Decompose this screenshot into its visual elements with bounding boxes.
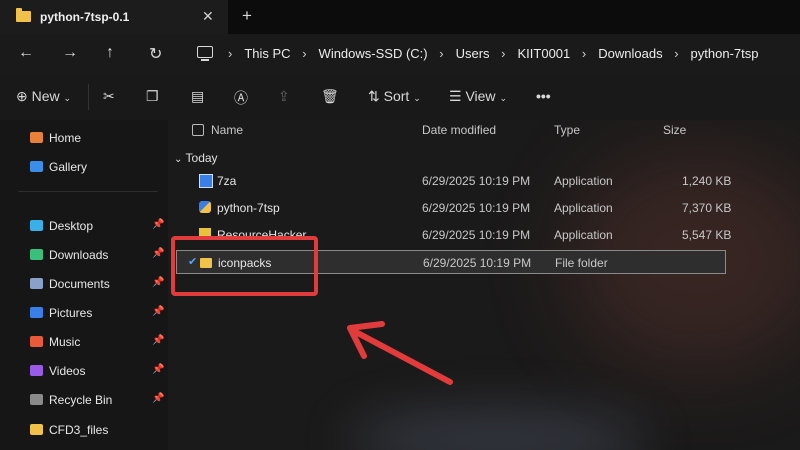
tab-title: python-7tsp-0.1	[40, 10, 130, 24]
view-icon: ☰	[449, 88, 462, 104]
cut-icon[interactable]: ✂	[103, 88, 115, 105]
back-arrow-icon[interactable]: ←	[18, 44, 34, 62]
folder-icon	[30, 424, 43, 435]
pin-icon[interactable]: 📌	[152, 364, 164, 375]
python-icon	[199, 201, 211, 213]
select-all-checkbox[interactable]	[192, 124, 204, 136]
breadcrumb: › This PC › Windows-SSD (C:) › Users › KIIT0…	[228, 46, 759, 61]
folder-icon	[16, 8, 31, 22]
navigation-pane: Home Gallery Desktop 📌 Downloads 📌 Docum…	[0, 120, 168, 450]
column-header-date[interactable]: Date modified	[422, 123, 496, 137]
pin-icon[interactable]: 📌	[152, 335, 164, 346]
pin-icon[interactable]: 📌	[152, 306, 164, 317]
share-icon[interactable]: ⇪	[278, 88, 290, 105]
close-icon[interactable]: ✕	[202, 8, 214, 25]
gallery-icon	[30, 161, 43, 172]
up-arrow-icon[interactable]: ↑	[106, 44, 114, 62]
home-icon	[30, 132, 43, 143]
address-bar: ← → ↑ ↻ › This PC › Windows-SSD (C:) › User…	[0, 34, 800, 74]
column-header-type[interactable]: Type	[554, 123, 580, 137]
chevron-down-icon: ⌄	[413, 93, 421, 103]
delete-icon[interactable]: 🗑	[321, 88, 339, 105]
this-pc-icon[interactable]	[197, 46, 213, 61]
toolbar-divider	[88, 84, 89, 110]
paste-icon[interactable]: ▤	[191, 88, 204, 105]
application-icon	[199, 174, 213, 188]
annotation-arrow	[347, 321, 453, 385]
tab-bar: python-7tsp-0.1 ✕ +	[0, 0, 800, 34]
new-tab-button[interactable]: +	[242, 6, 252, 26]
annotation-highlight-box	[171, 236, 318, 296]
download-icon	[30, 249, 43, 260]
tab-python-7tsp[interactable]: python-7tsp-0.1 ✕	[0, 0, 228, 34]
videos-icon	[30, 365, 43, 376]
background-blur	[348, 410, 648, 450]
rename-icon[interactable]: Ⓐ	[234, 88, 248, 108]
new-button[interactable]: ⊕ New ⌄	[16, 88, 71, 105]
chevron-down-icon: ⌄	[499, 93, 507, 103]
pin-icon[interactable]: 📌	[152, 277, 164, 288]
crumb-python-7tsp[interactable]: python-7tsp	[691, 46, 759, 61]
documents-icon	[30, 278, 43, 289]
refresh-icon[interactable]: ↻	[149, 44, 162, 64]
pin-icon[interactable]: 📌	[152, 219, 164, 230]
file-row-python-7tsp[interactable]: python-7tsp 6/29/2025 10:19 PM Applicati…	[176, 196, 731, 220]
sidebar-divider	[18, 191, 158, 192]
pin-icon[interactable]: 📌	[152, 393, 164, 404]
group-header-today[interactable]: ⌄ Today	[174, 151, 218, 165]
crumb-kiit0001[interactable]: KIIT0001	[518, 46, 571, 61]
recycle-bin-icon	[30, 394, 43, 405]
chevron-down-icon: ⌄	[63, 93, 72, 103]
view-button[interactable]: ☰ View ⌄	[449, 88, 507, 105]
file-row-7za[interactable]: 7za 6/29/2025 10:19 PM Application 1,240…	[176, 169, 731, 193]
pin-icon[interactable]: 📌	[152, 248, 164, 259]
crumb-windows-ssd[interactable]: Windows-SSD (C:)	[319, 46, 428, 61]
desktop-icon	[30, 220, 43, 231]
column-header-name[interactable]: Name	[211, 123, 243, 137]
crumb-downloads[interactable]: Downloads	[598, 46, 662, 61]
pictures-icon	[30, 307, 43, 318]
music-icon	[30, 336, 43, 347]
copy-icon[interactable]: ❐	[146, 88, 159, 105]
chevron-down-icon: ⌄	[174, 154, 183, 165]
sort-button[interactable]: ⇅ Sort ⌄	[368, 88, 421, 105]
forward-arrow-icon[interactable]: →	[62, 44, 78, 62]
crumb-users[interactable]: Users	[456, 46, 490, 61]
sort-icon: ⇅	[368, 88, 380, 104]
command-bar: ⊕ New ⌄ ✂ ❐ ▤ Ⓐ ⇪ 🗑 ⇅ Sort ⌄ ☰ View ⌄ ••…	[0, 74, 800, 121]
more-options-icon[interactable]: •••	[536, 88, 551, 104]
crumb-this-pc[interactable]: This PC	[244, 46, 290, 61]
plus-circle-icon: ⊕	[16, 88, 28, 104]
column-header-size[interactable]: Size	[663, 123, 686, 137]
